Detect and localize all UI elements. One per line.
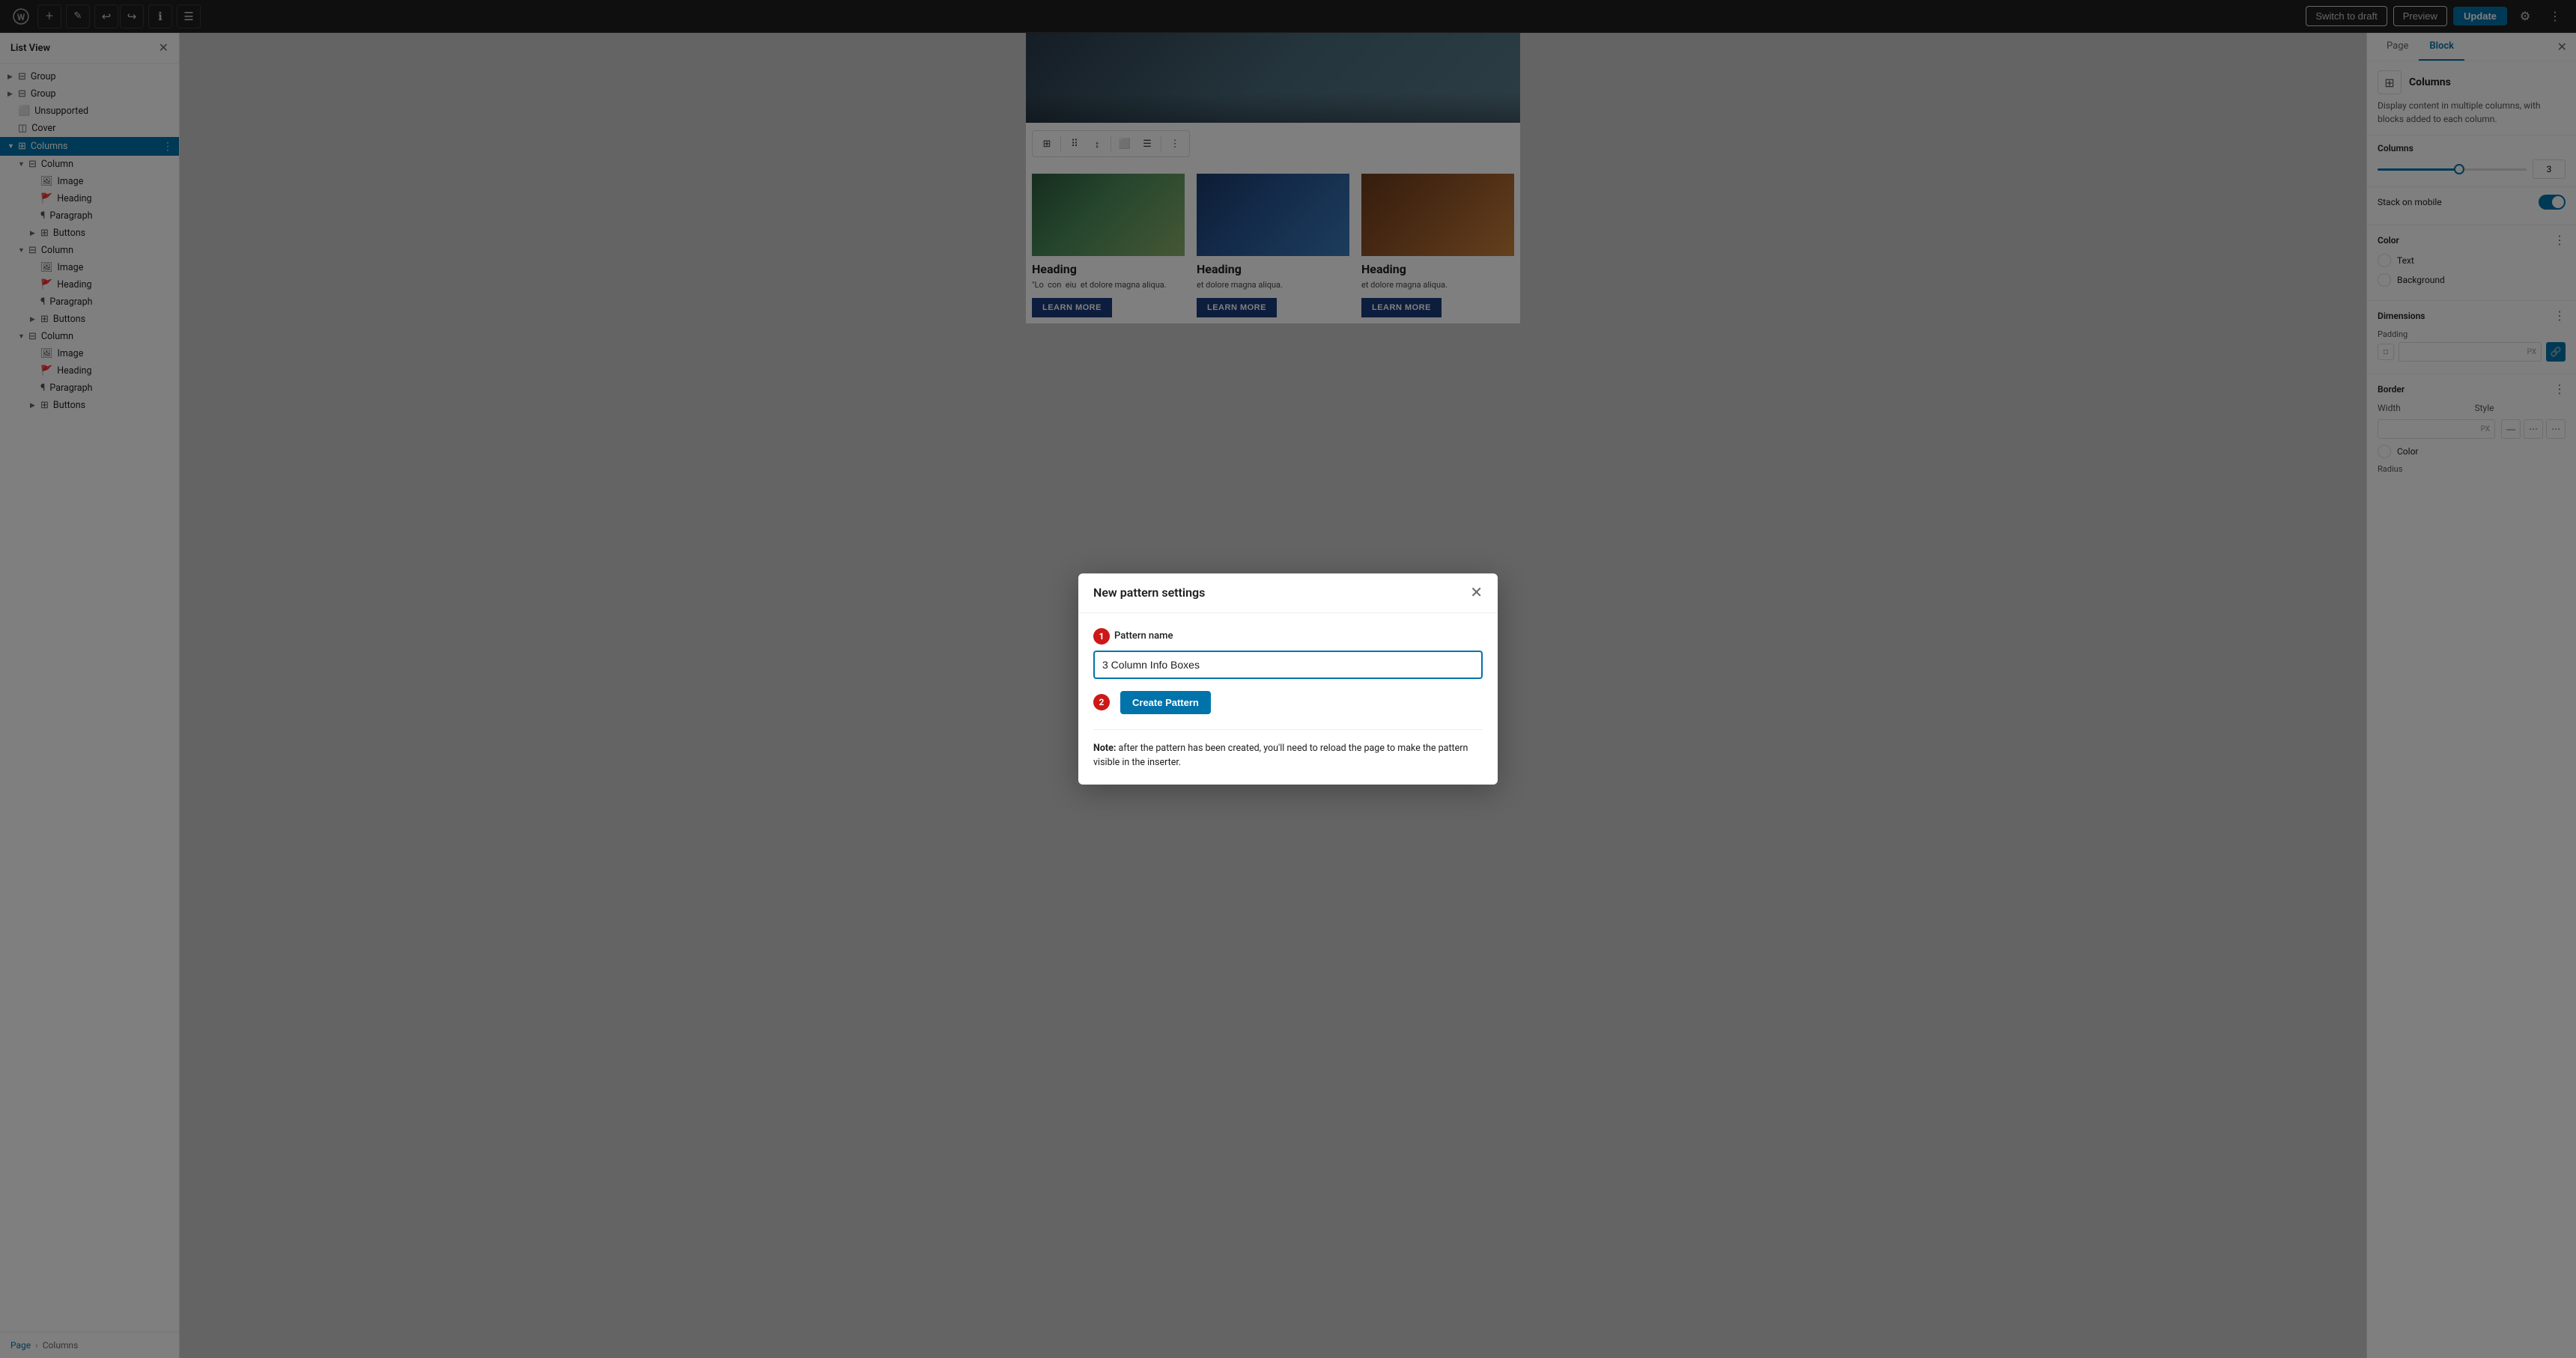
pattern-name-input[interactable] <box>1093 651 1483 679</box>
step2-badge: 2 <box>1093 694 1110 710</box>
modal-body: 1Pattern name 2 Create Pattern Note: afte… <box>1078 613 1498 785</box>
close-modal-button[interactable]: ✕ <box>1470 585 1483 600</box>
modal-note: Note: after the pattern has been created… <box>1093 729 1483 770</box>
step1-badge: 1 <box>1093 628 1110 645</box>
modal-note-text: after the pattern has been created, you'… <box>1093 743 1468 768</box>
modal-overlay: New pattern settings ✕ 1Pattern name 2 Cr… <box>0 0 2576 1358</box>
create-pattern-button[interactable]: Create Pattern <box>1120 691 1211 714</box>
modal-actions: 2 Create Pattern <box>1093 691 1483 714</box>
pattern-name-label: 1Pattern name <box>1093 628 1483 645</box>
modal-header: New pattern settings ✕ <box>1078 573 1498 613</box>
modal-title: New pattern settings <box>1093 585 1205 600</box>
new-pattern-modal: New pattern settings ✕ 1Pattern name 2 Cr… <box>1078 573 1498 785</box>
